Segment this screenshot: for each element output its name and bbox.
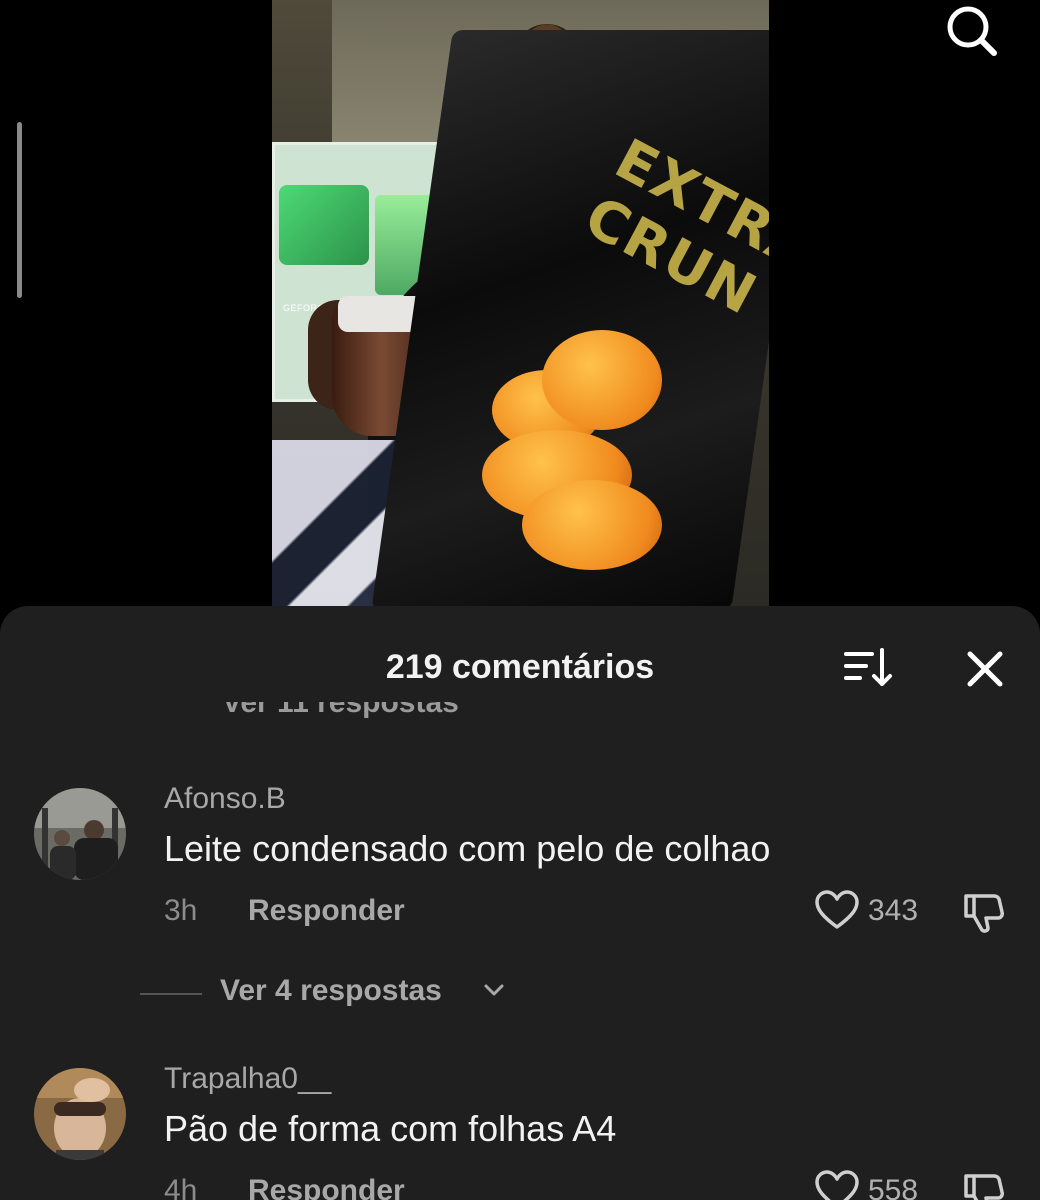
avatar[interactable] xyxy=(34,1068,126,1160)
like-button[interactable]: 343 xyxy=(814,888,944,934)
replies-divider xyxy=(140,993,202,995)
view-replies-cut[interactable]: Ver 11 respostas xyxy=(222,702,459,724)
heart-icon xyxy=(815,890,859,929)
reply-button[interactable]: Responder xyxy=(248,1174,405,1200)
thumbs-down-icon xyxy=(964,894,1004,933)
scroll-indicator[interactable] xyxy=(17,122,22,298)
chips xyxy=(482,330,672,590)
comment-username[interactable]: Trapalha0__ xyxy=(164,1062,331,1096)
sort-icon xyxy=(844,648,892,686)
like-button[interactable]: 558 xyxy=(814,1168,944,1200)
avatar[interactable] xyxy=(34,788,126,880)
reply-button[interactable]: Responder xyxy=(248,894,405,928)
close-icon xyxy=(967,651,1003,687)
comments-panel: 219 comentários Ver 11 respostas Afonso.… xyxy=(0,606,1040,1200)
like-count: 343 xyxy=(868,894,919,927)
video-frame[interactable]: GEFORCE EXTRA CRUN xyxy=(272,0,769,607)
dislike-button[interactable] xyxy=(960,1168,1008,1200)
heart-icon xyxy=(815,1170,859,1200)
comment-text: Leite condensado com pelo de colhao xyxy=(164,828,771,869)
chip xyxy=(542,330,662,430)
view-replies-label: Ver 11 respostas xyxy=(222,702,459,719)
close-button[interactable] xyxy=(962,646,1008,692)
chip xyxy=(522,480,662,570)
comment-username[interactable]: Afonso.B xyxy=(164,782,286,816)
chevron-down-icon xyxy=(484,984,504,996)
avatar-image xyxy=(34,1068,126,1160)
like-count: 558 xyxy=(868,1174,919,1200)
video-area[interactable]: GEFORCE EXTRA CRUN xyxy=(0,0,1040,620)
pc-glow xyxy=(279,185,369,265)
comment-text: Pão de forma com folhas A4 xyxy=(164,1108,617,1149)
view-replies-label: Ver 4 respostas xyxy=(220,974,442,1007)
sort-button[interactable] xyxy=(842,646,894,690)
thumbs-down-icon xyxy=(964,1174,1004,1200)
search-button[interactable] xyxy=(936,0,1006,62)
avatar-image xyxy=(34,788,126,880)
dislike-button[interactable] xyxy=(960,888,1008,936)
comment-time: 4h xyxy=(164,1174,198,1200)
comment-time: 3h xyxy=(164,894,198,927)
search-icon xyxy=(947,6,997,56)
